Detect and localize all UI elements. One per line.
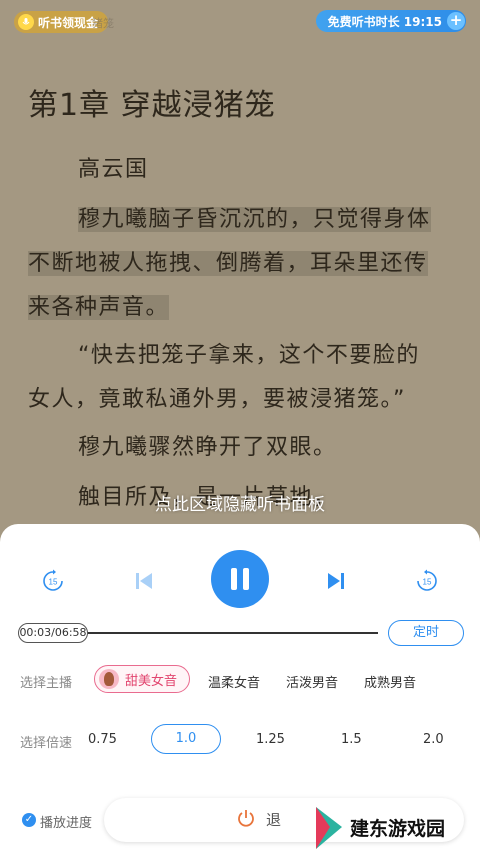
watermark: 建东游戏园 [312,802,480,853]
skip-previous-icon [136,573,152,589]
voice-option-label: 甜美女音 [125,673,178,689]
speed-option-1-0[interactable]: 1.0 [151,724,221,754]
check-icon[interactable]: ✓ [22,813,36,827]
exit-label: 退 [266,811,282,829]
microphone-icon [18,14,34,30]
pause-button[interactable] [211,550,269,608]
free-listen-time-label: 免费听书时长 19:15 [327,14,442,29]
voice-option-sweet-female[interactable]: 甜美女音 [94,665,190,693]
select-voice-label: 选择主播 [20,676,73,691]
forward-15-button[interactable]: 15 [414,568,440,594]
paragraph-1: 高云国 [78,157,149,182]
highlighted-line: 穆九曦脑子昏沉沉的，只觉得身体 [78,207,431,232]
voice-option-lively-male[interactable]: 活泼男音 [286,672,338,691]
pause-icon [231,568,237,590]
select-speed-label: 选择倍速 [20,736,73,751]
speed-option-0-75[interactable]: 0.75 [88,732,117,747]
reader-area[interactable]: 听书领现金 猪笼 免费听书时长 19:15 + 第1章 穿越浸猪笼 高云国 穆九… [0,0,480,560]
svg-text:15: 15 [423,578,432,587]
forward-15-icon: 15 [417,569,437,591]
hide-panel-tip[interactable]: 点此区域隐藏听书面板 [0,490,480,515]
speed-option-1-5[interactable]: 1.5 [341,732,362,747]
progress-time-thumb[interactable]: 00:03/06:58 [18,623,88,643]
svg-text:15: 15 [49,578,58,587]
voice-option-mature-male[interactable]: 成熟男音 [364,672,416,691]
avatar [99,669,119,689]
next-chapter-button[interactable] [324,569,348,593]
timer-button[interactable]: 定时 [388,620,464,646]
text-line: 女人，竟敢私通外男，要被浸猪笼。” [28,387,406,412]
watermark-text: 建东游戏园 [350,818,446,840]
plus-icon[interactable]: + [447,12,465,30]
previous-chapter-button[interactable] [132,569,156,593]
highlighted-line: 不断地被人拖拽、倒腾着，耳朵里还传 [28,251,428,276]
paragraph-4: 穆九曦骤然睁开了双眼。 [78,435,337,460]
power-icon [238,810,254,827]
earn-cash-label: 听书领现金 [38,15,99,30]
paragraph-2: 穆九曦脑子昏沉沉的，只觉得身体 不断地被人拖拽、倒腾着，耳朵里还传 来各种声音。 [28,198,464,330]
chapter-title: 第1章 穿越浸猪笼 [28,88,276,123]
skip-next-icon [328,573,344,589]
highlighted-line: 来各种声音。 [28,295,170,320]
play-progress-checkbox-label[interactable]: 播放进度 [40,812,92,831]
watermark-logo-icon [316,806,342,849]
text-line: “快去把笼子拿来，这个不要脸的 [78,343,420,368]
rewind-15-icon: 15 [43,569,63,591]
speed-option-1-25[interactable]: 1.25 [256,732,285,747]
voice-option-gentle-female[interactable]: 温柔女音 [208,672,260,691]
background-title-text: 猪笼 [92,17,114,30]
speed-option-2-0[interactable]: 2.0 [423,732,444,747]
rewind-15-button[interactable]: 15 [40,568,66,594]
free-listen-time-chip[interactable]: 免费听书时长 19:15 + [315,10,466,32]
paragraph-3: “快去把笼子拿来，这个不要脸的 女人，竟敢私通外男，要被浸猪笼。” [28,334,464,422]
